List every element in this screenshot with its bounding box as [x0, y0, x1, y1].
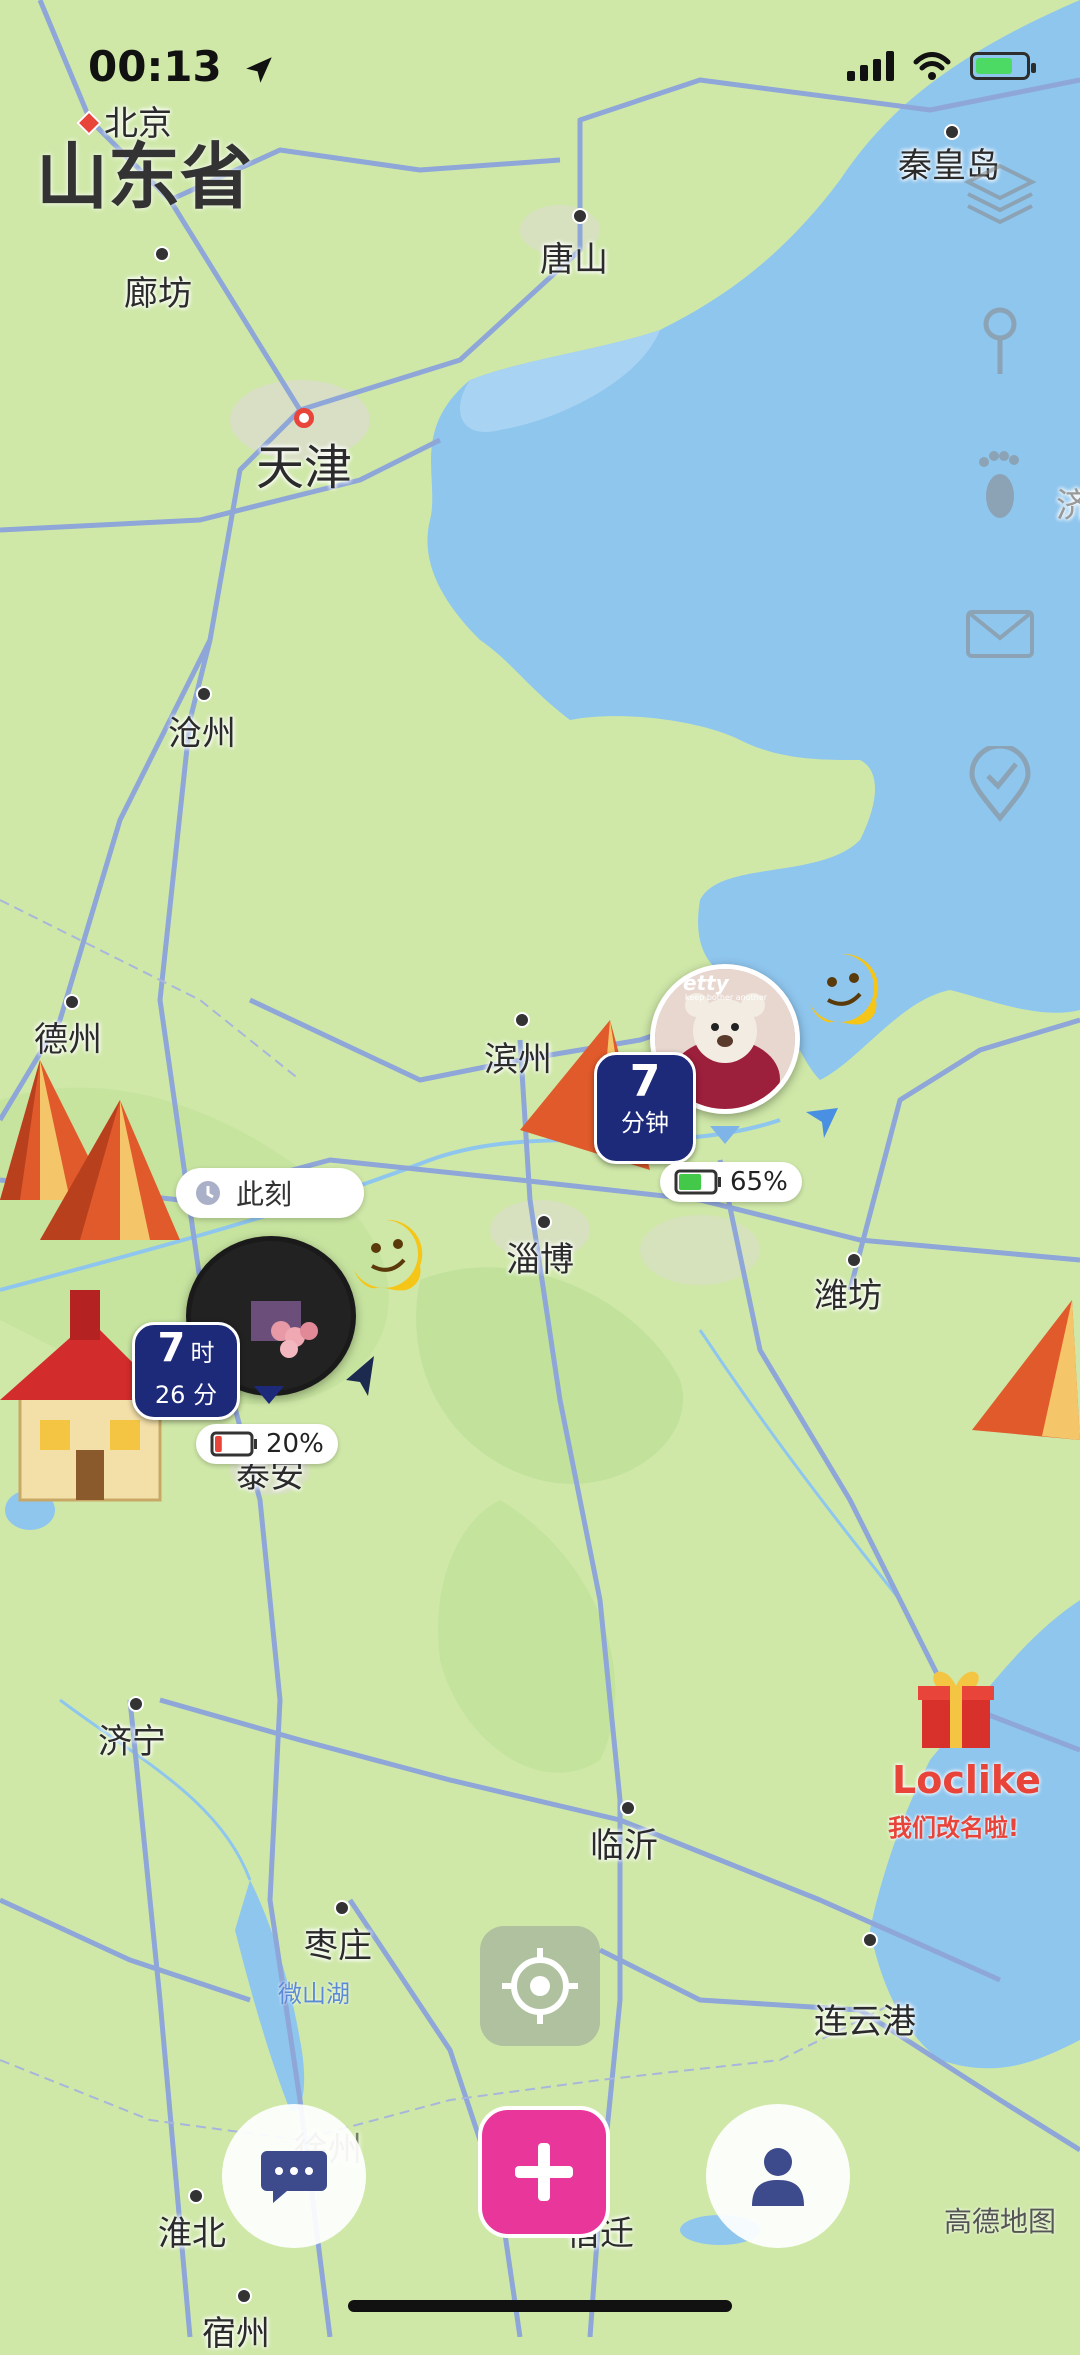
battery-level-pill: 65%: [660, 1162, 802, 1202]
lake-label: 微山湖: [278, 1980, 350, 2008]
elapsed-time-value: 7: [629, 1056, 661, 1107]
city-label[interactable]: 临沂: [590, 1818, 658, 1867]
capital-dot: [294, 408, 314, 428]
footprint-icon[interactable]: [962, 446, 1038, 522]
now-label-pill[interactable]: 此刻: [176, 1168, 364, 1218]
elapsed-time-badge: 7 时 26 分: [132, 1322, 240, 1420]
edge-city-label: 济: [1056, 486, 1080, 526]
city-dot: [620, 1800, 636, 1816]
promo-title: Loclike: [892, 1758, 1041, 1802]
battery-level-icon: [674, 1169, 721, 1195]
region-title: 山东省: [36, 135, 253, 219]
city-dot: [128, 1696, 144, 1712]
city-label[interactable]: 枣庄: [304, 1918, 372, 1967]
tent-icon: [972, 1300, 1080, 1440]
battery-level-text: 65%: [730, 1167, 788, 1197]
elapsed-time-sub: 26 分: [154, 1381, 218, 1409]
status-time: 00:13: [88, 42, 276, 91]
city-label[interactable]: 宿州: [202, 2306, 270, 2355]
photo-caption: etty: [683, 971, 729, 995]
battery-icon: [970, 52, 1036, 80]
elapsed-time-unit: 分钟: [621, 1109, 669, 1137]
city-label[interactable]: 潍坊: [814, 1268, 882, 1317]
home-indicator: [348, 2300, 732, 2312]
person-icon: [752, 2148, 804, 2206]
city-label[interactable]: 唐山: [540, 232, 608, 281]
now-label-text: 此刻: [236, 1178, 293, 1211]
battery-level-text: 20%: [266, 1429, 324, 1459]
melting-face-icon: [810, 953, 879, 1025]
elapsed-time-unit: 时: [190, 1339, 215, 1367]
city-label[interactable]: 淮北: [158, 2206, 226, 2255]
promo-subtitle: 我们改名啦!: [888, 1814, 1019, 1842]
city-dot: [154, 246, 170, 262]
clock-icon: [196, 1181, 220, 1205]
city-dot: [196, 686, 212, 702]
city-dot: [334, 1900, 350, 1916]
cellular-signal-icon: [847, 51, 894, 81]
checkin-icon[interactable]: [962, 746, 1038, 822]
gift-icon: [918, 1671, 994, 1748]
chat-button[interactable]: [222, 2104, 366, 2248]
plus-icon: [515, 2143, 573, 2201]
city-dot: [572, 208, 588, 224]
map-attribution: 高德地图: [944, 2205, 1057, 2238]
heading-arrow-icon: [346, 1356, 374, 1396]
city-dot: [862, 1932, 878, 1948]
battery-level-icon: [210, 1431, 257, 1457]
city-label[interactable]: 沧州: [168, 706, 236, 755]
recenter-button[interactable]: [480, 1926, 600, 2046]
city-dot: [64, 994, 80, 1010]
tent-icon: [40, 1100, 180, 1240]
location-arrow-icon: [246, 56, 273, 83]
city-dot: [846, 1252, 862, 1268]
city-dot: [536, 1214, 552, 1230]
wifi-icon: [913, 52, 951, 80]
elapsed-time-badge: 7 分钟: [594, 1052, 696, 1164]
profile-button[interactable]: [706, 2104, 850, 2248]
pointer-triangle-icon: [710, 1126, 740, 1144]
elapsed-time-value: 7: [157, 1325, 186, 1371]
chat-bubble-icon: [261, 2151, 327, 2203]
battery-level-pill: 20%: [196, 1424, 338, 1464]
city-label[interactable]: 廊坊: [124, 266, 192, 315]
city-label[interactable]: 天津: [256, 428, 352, 498]
city-label[interactable]: 济宁: [98, 1714, 166, 1763]
crosshair-icon: [502, 1948, 578, 2024]
pin-icon[interactable]: [962, 302, 1038, 378]
heading-arrow-icon: [806, 1108, 838, 1138]
city-dot: [188, 2188, 204, 2204]
pointer-triangle-icon: [254, 1386, 284, 1404]
city-dot: [236, 2288, 252, 2304]
mail-icon[interactable]: [962, 596, 1038, 672]
melting-face-icon: [354, 1219, 423, 1291]
add-button[interactable]: [478, 2106, 610, 2238]
layers-icon[interactable]: [962, 158, 1038, 234]
city-label[interactable]: 淄博: [506, 1232, 574, 1281]
city-label[interactable]: 连云港: [814, 1994, 916, 2043]
photo-subcaption: keep bother another: [685, 993, 768, 1002]
